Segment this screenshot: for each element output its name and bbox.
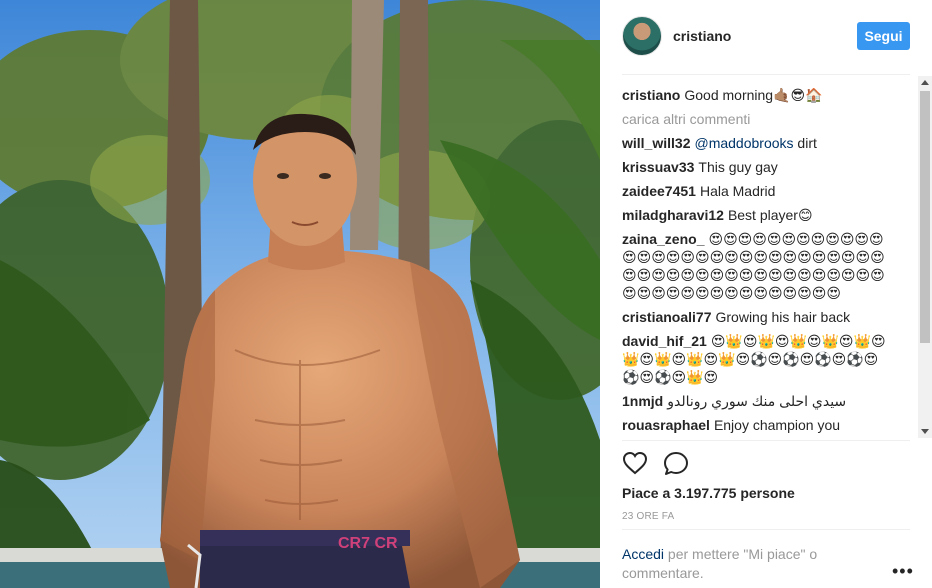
comment-text: Best player😊 xyxy=(727,207,813,223)
header-divider xyxy=(622,74,910,75)
scroll-down-arrow-icon[interactable] xyxy=(921,429,929,434)
likes-count[interactable]: Piace a 3.197.775 persone xyxy=(622,485,795,501)
speech-bubble-icon[interactable] xyxy=(663,451,691,479)
comment-author[interactable]: rouasraphael xyxy=(622,417,710,433)
comments-scrollbar[interactable] xyxy=(918,76,932,438)
action-bar xyxy=(622,451,722,479)
comment-text: Hala Madrid xyxy=(699,183,776,199)
login-prompt: Accedi per mettere "Mi piace" o commenta… xyxy=(622,545,862,583)
comment-item: will_will32 @maddobrooks dirt xyxy=(622,134,892,152)
comment-item: 1nmjd سيدي احلى منك سوري رونالدو xyxy=(622,392,892,410)
comment-mention[interactable]: @maddobrooks xyxy=(694,135,793,151)
comment-text: Growing his hair back xyxy=(715,309,851,325)
login-link[interactable]: Accedi xyxy=(622,546,664,562)
comment-text: dirt xyxy=(793,135,817,151)
caption: cristiano Good morning🤙🏽😎🏠 xyxy=(622,86,892,104)
footer-divider xyxy=(622,529,910,530)
comment-item: zaina_zeno_ 😍😍😍😍😍😍😍😍😍😍😍😍😍😍😍😍😍😍😍😍😍😍😍😍😍😍😍😍😍… xyxy=(622,230,892,302)
comment-text: سيدي احلى منك سوري رونالدو xyxy=(667,393,847,409)
svg-text:CR7 CR: CR7 CR xyxy=(338,535,398,552)
heart-outline-icon[interactable] xyxy=(622,451,650,479)
comment-author[interactable]: zaidee7451 xyxy=(622,183,696,199)
ellipsis-icon[interactable]: ••• xyxy=(892,562,914,580)
comment-author[interactable]: zaina_zeno_ xyxy=(622,231,704,247)
post-photo: CR7 CR xyxy=(0,0,600,588)
comment-text: This guy gay xyxy=(698,159,778,175)
comment-item: rouasraphaelEnjoy champion you deserve i… xyxy=(622,416,892,438)
comment-item: david_hif_21 😍👑😍👑😍👑😍👑😍👑😍👑😍👑😍👑😍👑😍⚽😍⚽😍⚽😍⚽😍⚽… xyxy=(622,332,892,386)
comment-item: miladgharavi12 Best player😊 xyxy=(622,206,892,224)
avatar[interactable] xyxy=(622,16,662,56)
comment-author[interactable]: david_hif_21 xyxy=(622,333,707,349)
post-photo-illustration: CR7 CR xyxy=(0,0,600,588)
post-timestamp: 23 ORE FA xyxy=(622,511,675,522)
comment-author[interactable]: will_will32 xyxy=(622,135,690,151)
comment-author[interactable]: cristianoali77 xyxy=(622,309,712,325)
comment-author[interactable]: miladgharavi12 xyxy=(622,207,724,223)
scroll-up-arrow-icon[interactable] xyxy=(921,80,929,85)
comment-item: krissuav33 This guy gay xyxy=(622,158,892,176)
username[interactable]: cristiano xyxy=(673,28,731,44)
scrollbar-thumb[interactable] xyxy=(920,91,930,343)
comment-author[interactable]: 1nmjd xyxy=(622,393,663,409)
comments-divider xyxy=(622,440,910,441)
comment-item: cristianoali77 Growing his hair back xyxy=(622,308,892,326)
caption-text: Good morning🤙🏽😎🏠 xyxy=(684,87,823,103)
comments-list: cristiano Good morning🤙🏽😎🏠 carica altri c… xyxy=(622,86,918,438)
comment-item: zaidee7451 Hala Madrid xyxy=(622,182,892,200)
post-sidebar: cristiano Segui cristiano Good morning🤙🏽😎… xyxy=(600,0,932,588)
caption-author[interactable]: cristiano xyxy=(622,87,680,103)
comment-author[interactable]: krissuav33 xyxy=(622,159,694,175)
post-header: cristiano Segui xyxy=(622,16,910,58)
load-more-comments-link[interactable]: carica altri commenti xyxy=(622,110,918,128)
follow-button[interactable]: Segui xyxy=(857,22,910,50)
